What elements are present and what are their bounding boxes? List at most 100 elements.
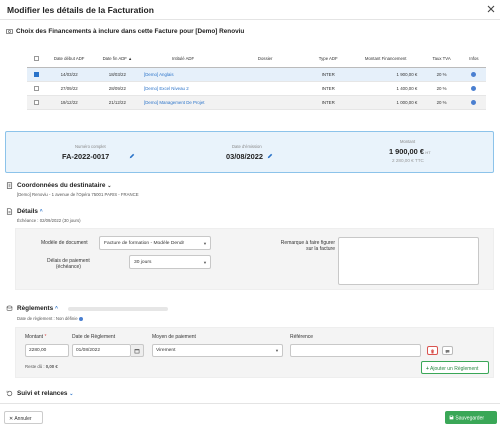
amount-ht-line: 1 900,00 € HT <box>389 147 431 156</box>
comment-reglement-button[interactable] <box>442 346 453 355</box>
calendar-icon <box>134 349 140 354</box>
chevron-down-icon: ▼ <box>275 348 279 353</box>
chevron-down-icon[interactable]: ⌄ <box>107 183 111 189</box>
col-tva[interactable]: Taux TVA <box>421 51 462 68</box>
sort-icon[interactable]: ▲ <box>128 56 132 61</box>
cell-info[interactable] <box>461 81 486 96</box>
reste-value: 0,00 € <box>45 364 58 369</box>
required-marker: * <box>44 334 47 340</box>
montant-label-text: Montant <box>25 334 44 340</box>
details-title[interactable]: Détails ^ <box>17 208 43 215</box>
col-title[interactable]: Intitulé ADF <box>141 51 225 68</box>
table-header-row: Date début ADF Date fin ADF ▲ Intitulé A… <box>27 51 486 68</box>
select-all-header[interactable] <box>27 51 46 68</box>
reste-du: Reste dû : 0,00 € <box>25 364 58 369</box>
row-checkbox[interactable] <box>33 99 39 105</box>
chevron-down-icon[interactable]: ⌄ <box>69 391 73 397</box>
close-icon[interactable] <box>487 5 495 13</box>
cell-dossier <box>224 81 307 96</box>
reglements-title[interactable]: Règlements ^ <box>17 305 58 312</box>
table-row[interactable]: 27/09/22 28/09/22 [Demo] Excel Niveau 2 … <box>27 81 486 96</box>
delay-label: Délais de paiement (échéance) <box>47 258 90 270</box>
select-all-checkbox[interactable] <box>33 56 39 62</box>
model-select[interactable]: Facture de formation - Modèle Dendr ▼ <box>99 236 211 250</box>
cell-info[interactable] <box>461 67 486 82</box>
amount-ht: 1 900,00 € <box>389 147 424 156</box>
reste-label: Reste dû : <box>25 364 46 369</box>
reglements-title-label: Règlements <box>17 305 54 312</box>
col-start[interactable]: Date début ADF <box>45 51 93 68</box>
cell-amount: 1 400,00 € <box>350 81 422 96</box>
cell-amount: 1 900,00 € <box>350 67 422 82</box>
reglements-panel: Montant * Date de Règlement Moyen de pai… <box>15 327 494 378</box>
cell-tva: 20 % <box>421 67 462 82</box>
edit-date-icon[interactable] <box>267 153 273 159</box>
coins-icon <box>6 305 13 311</box>
save-label: Sauvegarder <box>455 415 485 421</box>
suivi-title[interactable]: Suivi et relances ⌄ <box>17 390 73 397</box>
money-icon <box>6 28 13 35</box>
delay-select[interactable]: 30 jours ▼ <box>129 255 211 269</box>
date-input[interactable]: 01/08/2022 <box>72 344 131 357</box>
cell-title-link[interactable]: [Demo] Excel Niveau 2 <box>141 81 225 96</box>
cancel-button[interactable]: ✕ Annuler <box>4 411 43 424</box>
save-button[interactable]: Sauvegarder <box>445 411 497 424</box>
chevron-up-icon[interactable]: ^ <box>40 209 43 215</box>
model-label: Modèle de document <box>41 240 88 246</box>
date-reglement-text: Date de règlement : Non définie <box>17 316 83 321</box>
add-reglement-button[interactable]: + Ajouter un Règlement <box>421 361 489 374</box>
reference-input[interactable] <box>290 344 421 357</box>
chevron-down-icon: ▼ <box>203 241 207 246</box>
info-icon[interactable] <box>471 99 477 105</box>
reglements-progress <box>68 307 168 311</box>
cell-tva: 20 % <box>421 95 462 110</box>
row-checkbox[interactable] <box>33 85 39 91</box>
table-row[interactable]: 14/03/22 18/03/22 [Demo] Anglais INTER 1… <box>27 67 486 82</box>
cell-start: 27/09/22 <box>45 81 93 96</box>
footer-divider <box>0 403 500 404</box>
cell-title-link[interactable]: [Demo] Anglais <box>141 67 225 82</box>
col-type[interactable]: Type ADF <box>306 51 351 68</box>
delay-label-line2: (échéance) <box>55 264 81 270</box>
cell-start: 19/12/22 <box>45 95 93 110</box>
info-icon[interactable] <box>471 71 477 77</box>
ht-suffix: HT <box>425 150 431 155</box>
col-dossier[interactable]: Dossier <box>224 51 307 68</box>
amount-label: Montant <box>400 139 416 144</box>
row-checkbox[interactable] <box>33 71 39 77</box>
cell-title-link[interactable]: [Demo] Management De Projet <box>141 95 225 110</box>
plus-icon: + <box>426 365 429 372</box>
cell-end: 18/03/22 <box>92 67 142 82</box>
row-checkbox-cell[interactable] <box>27 95 46 110</box>
edit-number-icon[interactable] <box>129 153 135 159</box>
delete-reglement-button[interactable] <box>427 346 438 355</box>
trash-icon <box>430 348 435 354</box>
invoice-number: FA-2022-0017 <box>62 152 110 161</box>
info-icon[interactable] <box>78 316 83 321</box>
row-checkbox-cell[interactable] <box>27 67 46 82</box>
cell-end: 21/12/22 <box>92 95 142 110</box>
document-icon <box>6 208 13 215</box>
info-icon[interactable] <box>471 85 477 91</box>
montant-input[interactable]: 2280,00 <box>25 344 69 357</box>
chevron-down-icon: ▼ <box>203 260 207 265</box>
cell-type: INTER <box>306 81 351 96</box>
table-row[interactable]: 19/12/22 21/12/22 [Demo] Management De P… <box>27 95 486 110</box>
remark-textarea[interactable] <box>338 237 479 285</box>
col-amount[interactable]: Montant Financement <box>350 51 422 68</box>
col-end-label: Date fin ADF <box>102 56 127 62</box>
cell-amount: 1 000,00 € <box>350 95 422 110</box>
remark-label: Remarque à faire figurer sur la facture <box>272 240 335 252</box>
building-icon <box>6 182 13 189</box>
chevron-up-icon[interactable]: ^ <box>55 306 58 312</box>
cancel-label: Annuler <box>14 415 32 422</box>
col-end[interactable]: Date fin ADF ▲ <box>92 51 142 68</box>
cell-info[interactable] <box>461 95 486 110</box>
recipient-title[interactable]: Coordonnées du destinataire ⌄ <box>17 182 111 189</box>
invoice-number-label: Numéro complet <box>75 144 106 149</box>
calendar-button[interactable] <box>131 344 144 357</box>
cell-start: 14/03/22 <box>45 67 93 82</box>
date-reglement-label: Date de règlement : Non définie <box>17 316 78 321</box>
row-checkbox-cell[interactable] <box>27 81 46 96</box>
moyen-select[interactable]: Virement ▼ <box>152 344 283 357</box>
